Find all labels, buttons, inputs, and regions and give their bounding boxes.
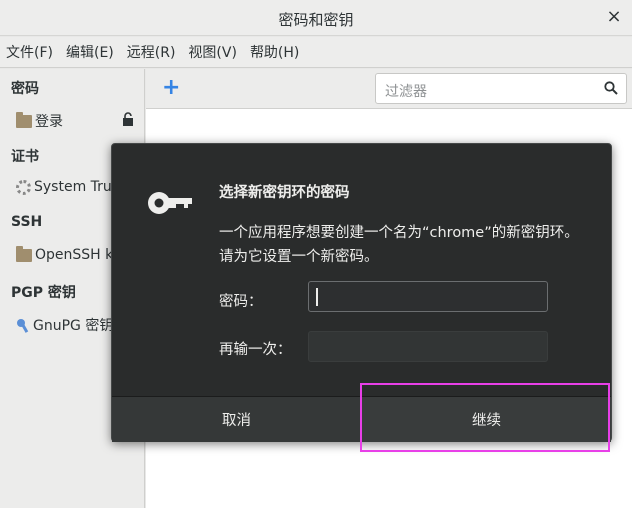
password-label: 密码：	[219, 294, 263, 310]
menu-bar: 文件(F) 编辑(E) 远程(R) 视图(V) 帮助(H)	[0, 37, 632, 68]
sidebar-item-system-trust[interactable]: System Trust	[16, 179, 125, 195]
dialog-title: 选择新密钥环的密码	[219, 185, 350, 201]
key-icon	[148, 192, 192, 214]
confirm-password-label: 再输一次：	[219, 342, 292, 358]
close-icon[interactable]: ×	[604, 7, 624, 27]
section-ssh: SSH	[11, 214, 43, 230]
key-icon	[17, 318, 29, 333]
toolbar: + 过滤器	[146, 69, 632, 109]
window-title: 密码和密钥	[278, 11, 354, 29]
sidebar-item-gnupg[interactable]: GnuPG 密钥	[16, 315, 113, 335]
add-icon[interactable]: +	[162, 77, 180, 99]
text-caret	[316, 288, 318, 306]
search-icon	[604, 81, 618, 95]
gear-icon	[16, 179, 31, 195]
filter-placeholder: 过滤器	[385, 84, 427, 100]
folder-icon	[16, 111, 32, 128]
sidebar-item-login[interactable]: 登录	[16, 111, 63, 131]
menu-file[interactable]: 文件(F)	[6, 42, 53, 62]
menu-help[interactable]: 帮助(H)	[250, 42, 299, 62]
dialog-message: 一个应用程序想要创建一个名为“chrome”的新密钥环。请为它设置一个新密码。	[219, 225, 579, 265]
cancel-button[interactable]: 取消	[112, 397, 362, 442]
highlight-box	[360, 383, 610, 452]
menu-view[interactable]: 视图(V)	[188, 42, 237, 62]
confirm-password-field[interactable]	[308, 331, 548, 362]
section-certificates: 证书	[11, 149, 39, 165]
section-passwords: 密码	[11, 81, 39, 97]
password-field[interactable]	[308, 281, 548, 312]
title-bar: 密码和密钥 ×	[0, 0, 632, 36]
menu-remote[interactable]: 远程(R)	[127, 42, 176, 62]
menu-edit[interactable]: 编辑(E)	[66, 42, 114, 62]
sidebar-item-label: 登录	[35, 114, 63, 130]
lock-icon	[123, 112, 133, 126]
sidebar-item-label: GnuPG 密钥	[33, 318, 114, 334]
folder-icon	[16, 245, 32, 262]
filter-input[interactable]: 过滤器	[375, 73, 627, 104]
section-pgp: PGP 密钥	[11, 285, 76, 301]
